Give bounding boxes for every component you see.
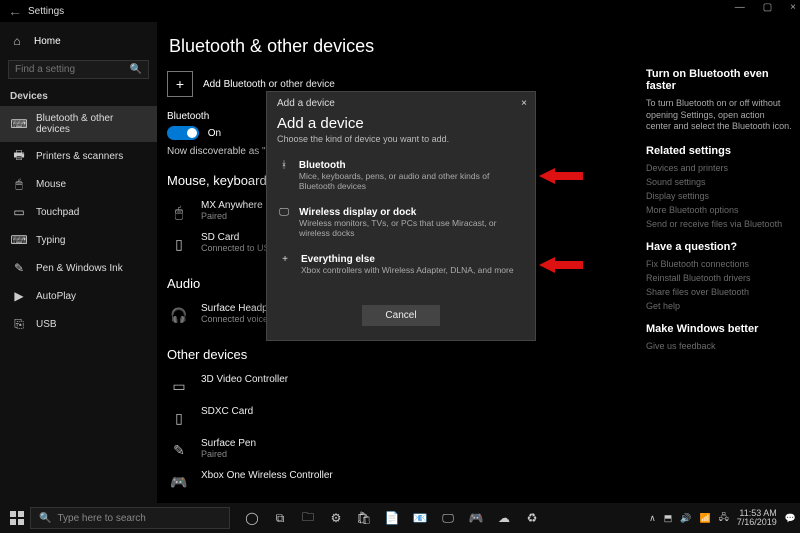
store-icon[interactable]: 🛍: [354, 508, 374, 528]
nav-home[interactable]: ⌂ Home: [0, 28, 157, 54]
info-link[interactable]: Sound settings: [646, 177, 792, 187]
touchpad-icon: ▭: [12, 205, 26, 219]
info-link[interactable]: Reinstall Bluetooth drivers: [646, 273, 792, 283]
dialog-title: Add a device: [267, 109, 535, 134]
wifi-icon[interactable]: 📶: [699, 513, 710, 524]
choice-bluetooth[interactable]: ᚼ Bluetooth Mice, keyboards, pens, or au…: [267, 152, 535, 199]
info-link[interactable]: Share files over Bluetooth: [646, 287, 792, 297]
dialog-close-button[interactable]: ×: [521, 98, 527, 109]
home-icon: ⌂: [10, 34, 24, 48]
sdcard-icon: ▯: [167, 232, 191, 256]
annotation-arrow: [539, 255, 583, 275]
taskbar: 🔍 Type here to search ◯ ⧉ 🗀 ⚙ 🛍 📄 📧 🖵 🎮 …: [0, 503, 800, 533]
info-link[interactable]: Devices and printers: [646, 163, 792, 173]
system-tray: ∧ ⬒ 🔊 📶 🖧 11:53 AM 7/16/2019 💬: [649, 509, 796, 527]
clock[interactable]: 11:53 AM 7/16/2019: [737, 509, 777, 527]
sidebar-item-usb[interactable]: ⎘ USB: [0, 310, 157, 338]
maximize-button[interactable]: ▢: [763, 2, 772, 13]
sidebar-item-typing[interactable]: ⌨ Typing: [0, 226, 157, 254]
pen-icon: ✎: [12, 261, 26, 275]
add-device-label: Add Bluetooth or other device: [203, 79, 335, 90]
plus-icon: +: [277, 254, 293, 275]
cancel-button[interactable]: Cancel: [362, 305, 440, 326]
app-icon[interactable]: 🖵: [438, 508, 458, 528]
taskview-icon[interactable]: ◯: [242, 508, 262, 528]
minimize-button[interactable]: —: [735, 2, 745, 13]
taskbar-search[interactable]: 🔍 Type here to search: [30, 507, 230, 529]
search-box[interactable]: 🔍: [8, 60, 149, 79]
device-row[interactable]: ▯ SDXC Card: [167, 402, 626, 434]
start-button[interactable]: [4, 505, 30, 531]
app-icon[interactable]: 📄: [382, 508, 402, 528]
info-link[interactable]: Display settings: [646, 191, 792, 201]
nav-home-label: Home: [34, 36, 61, 47]
taskview-icon[interactable]: ⧉: [270, 508, 290, 528]
app-icon[interactable]: ☁: [494, 508, 514, 528]
dialog-subtitle: Choose the kind of device you want to ad…: [267, 134, 535, 152]
controller-icon: 🎮: [167, 470, 191, 494]
info-link[interactable]: Get help: [646, 301, 792, 311]
bluetooth-icon: ᚼ: [277, 160, 291, 191]
sidebar-item-bluetooth[interactable]: ⌨ Bluetooth & other devices: [0, 106, 157, 142]
info-link[interactable]: Send or receive files via Bluetooth: [646, 219, 792, 229]
device-row[interactable]: ✎ Surface Pen Paired: [167, 434, 626, 466]
taskbar-apps: ◯ ⧉ 🗀 ⚙ 🛍 📄 📧 🖵 🎮 ☁ ♻: [242, 508, 542, 528]
close-button[interactable]: ×: [790, 2, 796, 13]
plus-icon: +: [167, 71, 193, 97]
sidebar-item-mouse[interactable]: 🖱 Mouse: [0, 170, 157, 198]
sidebar-section-label: Devices: [0, 85, 157, 106]
app-icon[interactable]: 📧: [410, 508, 430, 528]
device-row[interactable]: 🎮 Xbox One Wireless Controller: [167, 466, 626, 498]
search-icon: 🔍: [39, 513, 51, 524]
keyboard-icon: ⌨: [12, 117, 26, 131]
bluetooth-state: On: [208, 128, 221, 139]
app-icon[interactable]: 🎮: [466, 508, 486, 528]
page-title: Bluetooth & other devices: [169, 36, 626, 57]
usb-icon: ⎘: [12, 317, 26, 331]
sidebar-item-printers[interactable]: 🖶 Printers & scanners: [0, 142, 157, 170]
network-icon[interactable]: 🖧: [719, 510, 729, 526]
dialog-small-title: Add a device: [277, 98, 335, 109]
annotation-arrow: [539, 166, 583, 186]
volume-icon[interactable]: 🔊: [680, 513, 691, 524]
info-column: Turn on Bluetooth even faster To turn Bl…: [640, 22, 800, 503]
bluetooth-toggle[interactable]: [167, 126, 199, 140]
app-title: Settings: [28, 6, 64, 17]
search-input[interactable]: [15, 64, 130, 75]
sidebar-item-touchpad[interactable]: ▭ Touchpad: [0, 198, 157, 226]
info-link[interactable]: Fix Bluetooth connections: [646, 259, 792, 269]
pen-icon: ✎: [167, 438, 191, 462]
tray-chevron-icon[interactable]: ∧: [649, 513, 656, 524]
choice-wireless-display[interactable]: 🖵 Wireless display or dock Wireless moni…: [267, 199, 535, 246]
settings-icon[interactable]: ⚙: [326, 508, 346, 528]
explorer-icon[interactable]: 🗀: [298, 508, 318, 528]
sidebar-item-pen[interactable]: ✎ Pen & Windows Ink: [0, 254, 157, 282]
display-icon: 🖵: [277, 207, 291, 238]
section-other-header: Other devices: [167, 347, 626, 362]
device-row[interactable]: ▭ 3D Video Controller: [167, 370, 626, 402]
tray-icon[interactable]: ⬒: [664, 513, 673, 524]
back-button[interactable]: ←: [8, 3, 28, 19]
typing-icon: ⌨: [12, 233, 26, 247]
add-device-dialog: Add a device × Add a device Choose the k…: [266, 91, 536, 341]
mouse-icon: 🖱: [12, 177, 26, 191]
app-icon[interactable]: ♻: [522, 508, 542, 528]
sidebar: ⌂ Home 🔍 Devices ⌨ Bluetooth & other dev…: [0, 22, 157, 503]
choice-everything-else[interactable]: + Everything else Xbox controllers with …: [267, 246, 535, 283]
search-icon: 🔍: [130, 64, 142, 75]
info-link[interactable]: More Bluetooth options: [646, 205, 792, 215]
sdcard-icon: ▯: [167, 406, 191, 430]
mouse-icon: 🖱: [167, 200, 191, 224]
generic-icon: ▭: [167, 374, 191, 398]
autoplay-icon: ▶: [12, 289, 26, 303]
headphones-icon: 🎧: [167, 303, 191, 327]
printer-icon: 🖶: [12, 149, 26, 163]
info-link[interactable]: Give us feedback: [646, 341, 792, 351]
notifications-icon[interactable]: 💬: [785, 513, 796, 524]
titlebar: ← Settings: [0, 0, 800, 22]
sidebar-item-autoplay[interactable]: ▶ AutoPlay: [0, 282, 157, 310]
